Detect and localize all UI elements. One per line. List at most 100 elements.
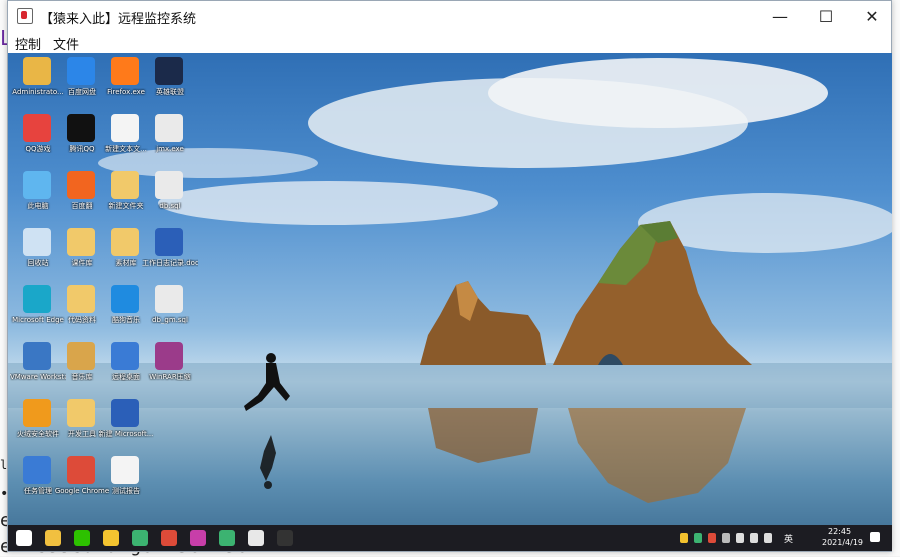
desktop-icon-image (111, 228, 139, 256)
desktop-icon-image (67, 171, 95, 199)
desktop-icon-image (155, 57, 183, 85)
desktop-icon-image (23, 285, 51, 313)
notification-icon[interactable] (870, 532, 880, 542)
menu-file[interactable]: 文件 (53, 34, 79, 53)
wechat-icon[interactable] (74, 530, 90, 546)
desktop-icon[interactable]: Firefox.exe (102, 55, 150, 111)
desktop-icon[interactable]: 火绒安全软件 (14, 397, 62, 453)
desktop-icon[interactable]: 课件库 (58, 226, 106, 282)
desktop-icon[interactable]: 新建文件夹 (102, 169, 150, 225)
desktop-icon-image (111, 57, 139, 85)
desktop-icon-label: 测试报告 (112, 487, 140, 495)
close-button[interactable]: ✕ (849, 1, 895, 31)
desktop-icon[interactable]: 新建文本文... (102, 112, 150, 168)
clock-time[interactable]: 22:45 (828, 527, 851, 536)
taskbar: 英 22:45 2021/4/19 (8, 525, 892, 551)
desktop-icon[interactable]: 素材库 (102, 226, 150, 282)
desktop-icon-label: db_gm.sql (152, 316, 188, 324)
remote-monitor-window: 【猿来入此】远程监控系统 — ☐ ✕ 控制 文件 Administrato...… (7, 0, 892, 552)
minimize-button[interactable]: — (757, 1, 803, 31)
desktop-icon-image (23, 114, 51, 142)
desktop-icon[interactable]: 新建 Microsoft... (99, 397, 153, 453)
desktop-icon-image (67, 57, 95, 85)
desktop-icon[interactable]: Administrato... (12, 55, 64, 111)
desktop-icon-image (111, 285, 139, 313)
messenger-icon[interactable] (219, 530, 235, 546)
desktop-icon-image (155, 114, 183, 142)
desktop-icon[interactable]: 英雄联盟 (146, 55, 194, 111)
remote-desktop-view[interactable]: Administrato... 百度网盘 Firefox.exe 英雄联盟 QQ游戏 腾讯… (8, 53, 892, 551)
title-bar[interactable]: 【猿来入此】远程监控系统 — ☐ ✕ (8, 1, 891, 31)
desktop-icon[interactable]: 百度翻 (58, 169, 106, 225)
desktop-icon-image (23, 57, 51, 85)
desktop-icon[interactable]: 酷狗音乐 (102, 283, 150, 339)
desktop-icon[interactable]: Google Chrome (55, 454, 109, 510)
desktop-icon-image (111, 342, 139, 370)
desktop-icon-label: db.sql (159, 202, 181, 210)
desktop-icon-image (155, 171, 183, 199)
desktop-icon[interactable]: 此电脑 (14, 169, 62, 225)
desktop-icon-image (155, 285, 183, 313)
desktop-icon-image (23, 399, 51, 427)
desktop-icon[interactable]: QQ游戏 (14, 112, 62, 168)
chat-icon[interactable] (132, 530, 148, 546)
terminal-icon[interactable] (277, 530, 293, 546)
desktop-icon-image (67, 456, 95, 484)
desktop-icon-image (155, 342, 183, 370)
desktop-icon[interactable]: 百度网盘 (58, 55, 106, 111)
desktop-icon-label: 英雄联盟 (156, 88, 184, 96)
desktop-icon[interactable]: WinRAR压缩 (146, 340, 194, 396)
media-icon[interactable] (248, 530, 264, 546)
desktop-icon[interactable]: 代码资料 (58, 283, 106, 339)
desktop-icon[interactable]: db_gm.sql (146, 283, 194, 339)
desktop-icon-image (111, 456, 139, 484)
desktop-icon-image (67, 114, 95, 142)
desktop-icon-image (111, 399, 139, 427)
desktop-icon[interactable]: VMware Workstation (10, 340, 66, 396)
chrome-icon[interactable] (161, 530, 177, 546)
desktop-icon-image (67, 399, 95, 427)
desktop-icon[interactable]: jmx.exe (146, 112, 194, 168)
desktop-icon[interactable]: 工作日志记录.docx (142, 226, 198, 282)
desktop-icon-image (111, 171, 139, 199)
qq-icon[interactable] (103, 530, 119, 546)
java-app-icon (17, 8, 33, 24)
desktop-icon-image (23, 456, 51, 484)
wechat-tray-icon[interactable] (694, 533, 702, 543)
network-tray-icon[interactable] (722, 533, 730, 543)
explorer-icon[interactable] (45, 530, 61, 546)
desktop-icon-label: 新建 Microsoft... (98, 430, 154, 438)
desktop-icon-image (67, 228, 95, 256)
desktop-icon-label: 工作日志记录.docx (142, 259, 198, 267)
desktop-icon[interactable]: Microsoft Edge (12, 283, 64, 339)
volume-tray-icon[interactable] (750, 533, 758, 543)
desktop-icon[interactable]: 音乐库 (58, 340, 106, 396)
desktop-icon[interactable]: 测试报告 (102, 454, 150, 510)
desktop-icon-image (23, 228, 51, 256)
desktop-icon[interactable]: 任务管理 (14, 454, 62, 510)
desktop-icon[interactable]: db.sql (146, 169, 194, 225)
desktop-icon-image (23, 171, 51, 199)
shield-tray-icon[interactable] (680, 533, 688, 543)
ime-indicator[interactable]: 英 (784, 532, 793, 545)
desktop-icon[interactable]: 开发工具 (58, 397, 106, 453)
start-icon[interactable] (16, 530, 32, 546)
desktop-icon-image (67, 285, 95, 313)
desktop-icon-image (23, 342, 51, 370)
desktop-icon-image (155, 228, 183, 256)
wifi-tray-icon[interactable] (764, 533, 772, 543)
desktop-icon-image (67, 342, 95, 370)
desktop-icon-image (111, 114, 139, 142)
intellij-icon[interactable] (190, 530, 206, 546)
desktop-icon-label: jmx.exe (156, 145, 184, 153)
desktop-icon[interactable]: 回收站 (14, 226, 62, 282)
menu-bar: 控制 文件 (8, 31, 891, 53)
clock-date[interactable]: 2021/4/19 (822, 538, 863, 547)
display-tray-icon[interactable] (736, 533, 744, 543)
window-title: 【猿来入此】远程监控系统 (40, 12, 197, 27)
maximize-button[interactable]: ☐ (803, 1, 849, 31)
desktop-icon[interactable]: 腾讯QQ (58, 112, 106, 168)
menu-control[interactable]: 控制 (15, 34, 41, 53)
desktop-icon[interactable]: 远程桌面 (102, 340, 150, 396)
security-tray-icon[interactable] (708, 533, 716, 543)
